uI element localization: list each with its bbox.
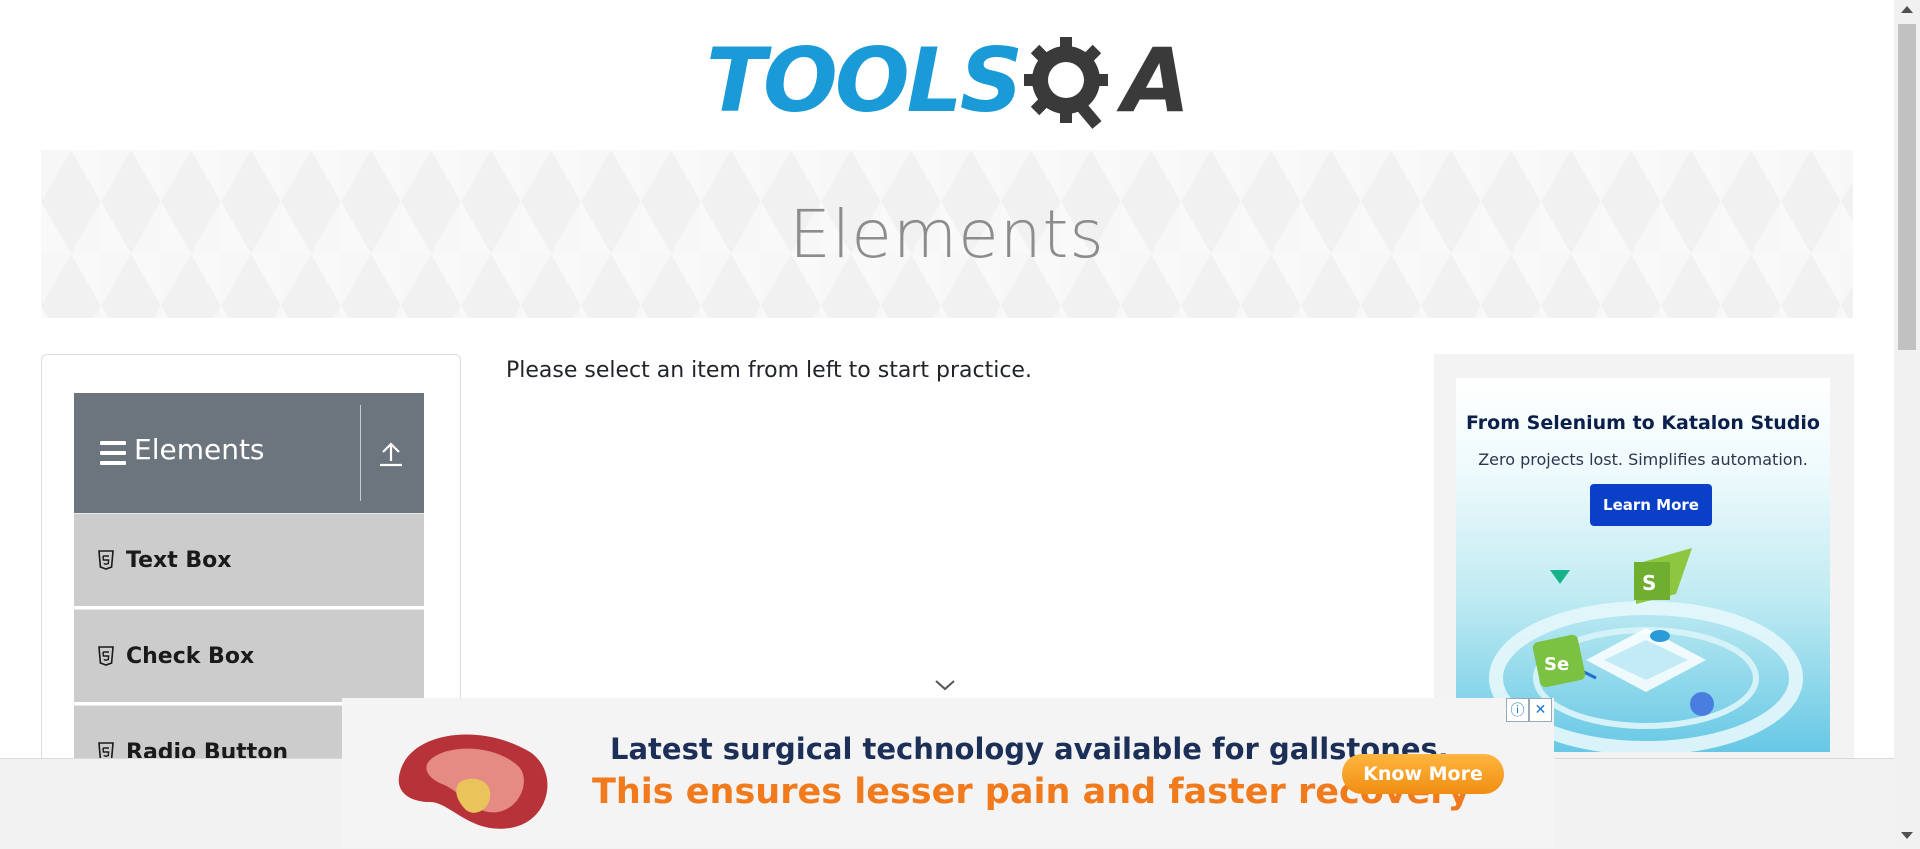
page-banner: Elements [41,150,1853,318]
gallbladder-illustration [398,734,548,829]
toolsqa-logo[interactable]: TOOLS A [706,20,1190,140]
sidebar-item-text-box[interactable]: Text Box [74,513,424,606]
upload-icon[interactable] [374,437,408,471]
hamburger-icon [100,441,126,465]
sidebar-group-elements[interactable]: Elements [74,393,424,513]
practice-instruction: Please select an item from left to start… [506,358,1032,383]
chevron-down-icon[interactable] [934,678,956,692]
know-more-button[interactable]: Know More [1342,754,1504,794]
sidebar-group-title: Elements [134,433,265,466]
scrollbar-thumb[interactable] [1898,24,1916,350]
sidebar-item-check-box[interactable]: Check Box [74,609,424,702]
sidebar-item-label: Text Box [126,547,232,573]
automation-illustration: Se S [1489,548,1803,752]
gear-magnifier-icon [1024,37,1109,129]
header-divider [360,405,361,501]
ad-controls: ⓘ ✕ [1506,698,1552,722]
logo-text-tools: TOOLS [706,28,1023,132]
scroll-up-icon[interactable] [1901,6,1913,13]
page-title: Elements [789,195,1105,273]
gallstone-ad[interactable]: Latest surgical technology available for… [342,698,1554,848]
scroll-down-icon[interactable] [1901,832,1913,839]
html5-icon [98,646,114,666]
vertical-scrollbar[interactable] [1894,0,1920,848]
logo-text-a: A [1122,28,1190,132]
html5-icon [98,550,114,570]
svg-text:Se: Se [1544,654,1569,675]
ad-line-2: This ensures lesser pain and faster reco… [592,772,1471,812]
info-icon[interactable]: ⓘ [1506,698,1529,722]
sidebar-item-label: Check Box [126,643,255,669]
ad-line-1: Latest surgical technology available for… [610,732,1449,766]
katalon-ad-creative[interactable]: From Selenium to Katalon Studio Zero pro… [1456,378,1830,752]
svg-text:S: S [1642,571,1656,595]
close-icon[interactable]: ✕ [1529,698,1552,722]
